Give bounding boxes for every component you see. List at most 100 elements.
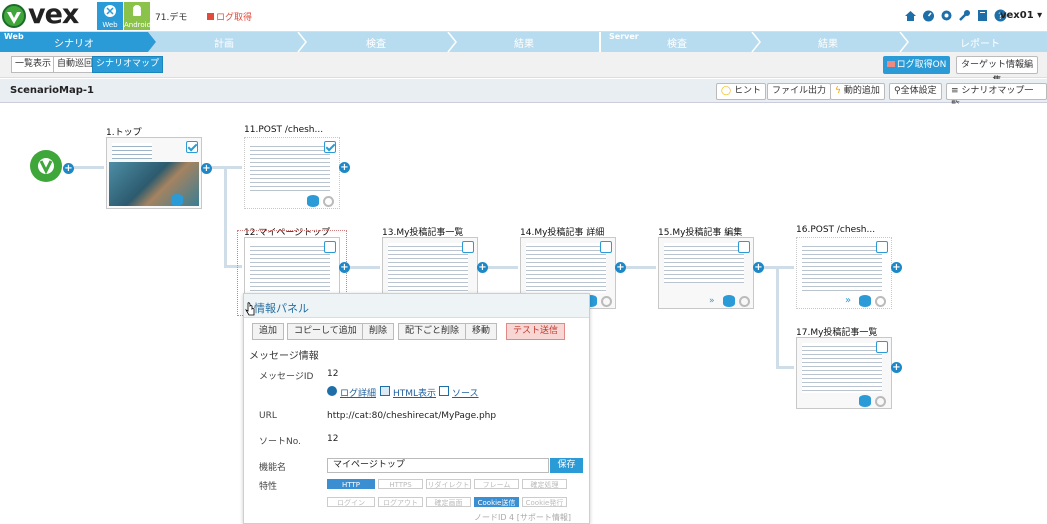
node-checkbox[interactable] [600,241,612,253]
wrench-icon[interactable] [958,9,971,22]
add-node-icon[interactable]: + [891,362,902,373]
save-button[interactable]: 保存 [550,458,583,473]
add-button[interactable]: 追加 [252,323,285,340]
url-value: http://cat:80/cheshirecat/MyPage.php [327,411,497,421]
node-thumbnail[interactable] [106,137,202,209]
info-panel-header[interactable]: 情報パネル [244,294,589,318]
vex-logo-icon [2,4,26,28]
refresh-icon[interactable] [323,196,334,207]
tag-http[interactable]: HTTP [327,479,375,489]
tab-auto-crawl[interactable]: 自動巡回 [53,56,98,73]
start-node-icon[interactable] [29,149,63,183]
hint-button[interactable]: ◯ ヒント [716,83,766,100]
add-node-icon[interactable]: + [891,262,902,273]
node-thumbnail[interactable] [796,337,892,409]
platform-android-button[interactable]: Android [124,2,151,30]
global-settings-button[interactable]: ⚲全体設定 [889,83,942,100]
tab-list-view[interactable]: 一覧表示 [11,56,56,73]
log-detail-link[interactable]: ログ詳細 [340,386,376,399]
node-checkbox[interactable] [738,241,750,253]
project-name[interactable]: 71.デモ [155,10,187,23]
phase-server-inspect[interactable]: 検査 [667,35,687,50]
file-export-button[interactable]: ファイル出力 [767,83,832,100]
add-node-icon[interactable]: + [753,262,764,273]
connector [764,266,794,269]
global-settings-label: 全体設定 [900,86,937,96]
record-icon [207,13,214,20]
node-checkbox[interactable] [324,241,336,253]
node-thumbnail[interactable] [244,137,340,209]
add-node-icon[interactable]: + [63,163,74,174]
connector [776,266,779,368]
node-checkbox[interactable] [324,141,336,153]
target-edit-button[interactable]: ターゲット情報編集 [956,56,1038,86]
book-icon[interactable] [976,9,989,22]
node-title: 16.POST /chesh... [796,225,876,235]
refresh-icon[interactable] [739,296,750,307]
node-checkbox[interactable] [186,141,198,153]
move-button[interactable]: 移動 [465,323,498,340]
refresh-icon[interactable] [601,296,612,307]
gear-icon[interactable] [940,9,953,22]
function-name-input[interactable]: マイページトップ [327,458,549,473]
scenario-node[interactable]: 17.My投稿記事一覧 [796,325,892,411]
info-panel-title: 情報パネル [254,302,309,315]
tab-scenario-map[interactable]: シナリオマップ [92,56,164,73]
node-checkbox[interactable] [462,241,474,253]
map-list-button[interactable]: ≡ シナリオマップ一覧 [946,83,1047,111]
bolt-icon: ϟ [835,86,841,96]
add-node-icon[interactable]: + [615,262,626,273]
function-name-label: 機能名 [259,463,287,473]
add-node-icon[interactable]: + [201,163,212,174]
tag-logout[interactable]: ログアウト [378,497,423,507]
add-node-icon[interactable]: + [477,262,488,273]
home-icon[interactable] [904,9,917,22]
platform-web-button[interactable]: Web [97,2,123,30]
refresh-icon[interactable] [875,296,886,307]
scenario-node[interactable]: 15.My投稿記事 編集 » [658,225,754,311]
phase-web-scenario[interactable]: シナリオ [54,35,94,50]
copy-add-button[interactable]: コピーして追加 [287,323,364,340]
thumbnail-text [388,243,468,293]
scenario-node[interactable]: 1.トップ [106,125,202,211]
add-node-icon[interactable]: + [339,262,350,273]
tag-commit[interactable]: 確定処理 [522,479,567,489]
phase-server-report[interactable]: レポート [960,35,1000,50]
tag-frame[interactable]: フレーム [474,479,519,489]
dashboard-icon[interactable] [922,9,935,22]
scenario-node[interactable]: 11.POST /chesh... [244,125,340,211]
html-view-link[interactable]: HTML表示 [393,386,436,399]
user-menu[interactable]: vex01 ▾ [1000,10,1042,21]
tag-cookie-send[interactable]: Cookie送信 [474,497,519,507]
node-checkbox[interactable] [876,341,888,353]
tag-login[interactable]: ログイン [327,497,375,507]
tag-confirm-screen[interactable]: 確定画面 [426,497,471,507]
delete-subtree-button[interactable]: 配下ごと削除 [398,323,467,340]
phase-server-result[interactable]: 結果 [818,35,838,50]
refresh-icon[interactable] [875,396,886,407]
url-label: URL [259,411,277,421]
tag-https[interactable]: HTTPS [378,479,423,489]
connector [224,166,227,266]
delete-button[interactable]: 削除 [362,323,395,340]
phase-web-plan[interactable]: 計画 [214,35,234,50]
tag-cookie-issue[interactable]: Cookie発行 [522,497,567,507]
source-link[interactable]: ソース [452,386,479,399]
log-on-button[interactable]: ログ取得ON [883,56,950,74]
phase-web-result[interactable]: 結果 [514,35,534,50]
sort-no-label: ソートNo. [259,437,301,447]
phase-web-inspect[interactable]: 検査 [366,35,386,50]
scenario-node[interactable]: 16.POST /chesh... » [796,225,892,311]
thumbnail-text [802,243,882,293]
test-send-button[interactable]: テスト送信 [506,323,566,340]
node-thumbnail[interactable]: » [796,237,892,309]
tag-redirect[interactable]: リダイレクト [426,479,471,489]
log-status: ログ取得 [207,10,252,23]
node-thumbnail[interactable]: » [658,237,754,309]
log-on-label: ログ取得ON [896,60,947,70]
map-title: ScenarioMap-1 [10,85,94,96]
node-checkbox[interactable] [876,241,888,253]
thumbnail-image [109,162,199,206]
add-node-icon[interactable]: + [339,162,350,173]
dynamic-add-button[interactable]: ϟ 動的追加 [830,83,885,100]
